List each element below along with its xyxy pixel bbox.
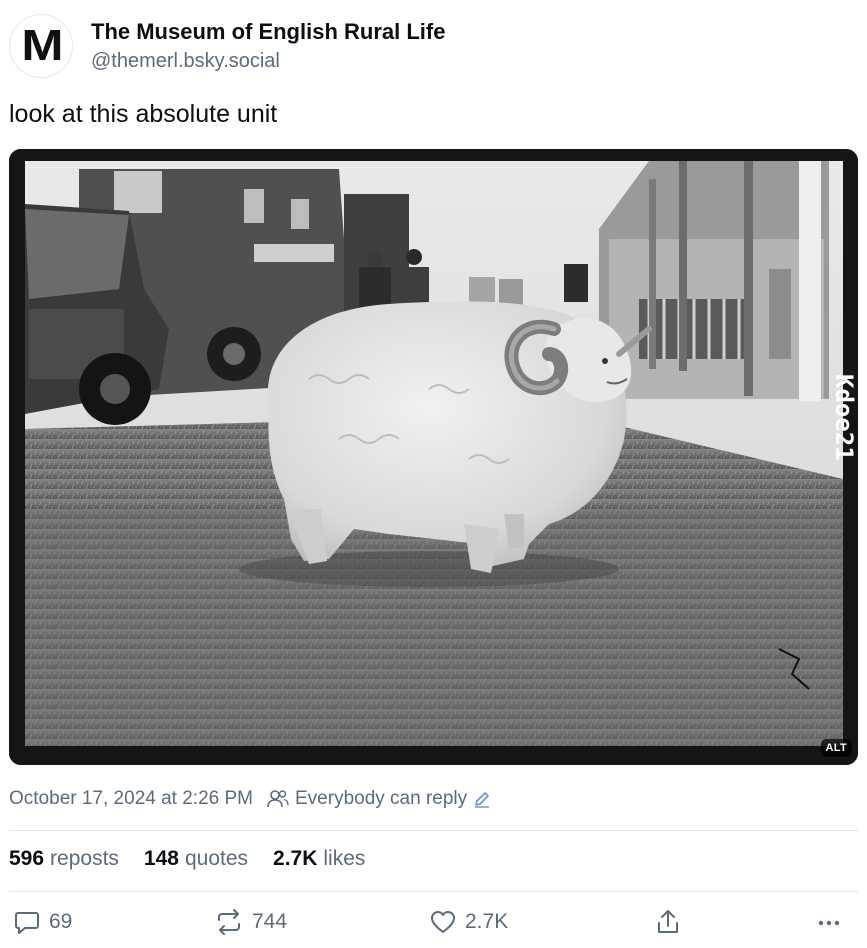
reply-button[interactable]: 69 — [13, 908, 72, 936]
post-meta: October 17, 2024 at 2:26 PM Everybody ca… — [9, 788, 491, 810]
divider — [9, 891, 858, 892]
repost-button[interactable]: 744 — [214, 908, 287, 936]
quotes-label: quotes — [184, 847, 249, 870]
photo-edge-annotation: Kdoe21 — [830, 374, 858, 461]
avatar[interactable]: M — [9, 14, 73, 78]
reposts-label: reposts — [50, 847, 119, 870]
reply-count: 69 — [49, 910, 73, 933]
avatar-logo-letter: M — [21, 21, 63, 70]
sheep-photo: Kdoe21 — [9, 149, 858, 765]
likes-value: 2.7K — [273, 847, 318, 870]
people-icon — [267, 790, 289, 808]
share-icon — [658, 910, 678, 933]
repost-arrows-icon — [218, 909, 240, 935]
repost-count: 744 — [252, 910, 288, 933]
likes-label: likes — [323, 847, 366, 870]
reposts-value: 596 — [9, 847, 45, 870]
post-author-header: M The Museum of English Rural Life @them… — [9, 13, 445, 79]
alt-text-badge[interactable]: ALT — [820, 739, 852, 757]
more-options-button[interactable] — [815, 908, 843, 936]
author-names: The Museum of English Rural Life @themer… — [91, 18, 445, 74]
speech-bubble-icon — [15, 912, 39, 934]
like-button[interactable]: 2.7K — [429, 908, 508, 936]
pencil-icon[interactable] — [473, 790, 491, 808]
post-actions: 69 744 2.7K — [9, 908, 858, 944]
quotes-count[interactable]: 148 quotes — [144, 847, 248, 871]
post-date[interactable]: October 17, 2024 at 2:26 PM — [9, 788, 253, 810]
heart-icon — [431, 911, 455, 933]
reposts-count[interactable]: 596 reposts — [9, 847, 119, 871]
post-text: look at this absolute unit — [9, 100, 278, 128]
like-count: 2.7K — [465, 910, 509, 933]
quotes-value: 148 — [143, 847, 179, 870]
reply-setting-label: Everybody can reply — [295, 788, 468, 809]
author-display-name[interactable]: The Museum of English Rural Life — [91, 18, 445, 46]
likes-count[interactable]: 2.7K likes — [273, 847, 365, 871]
ellipsis-icon — [818, 920, 840, 926]
post-image[interactable]: Kdoe21 ALT — [9, 149, 858, 765]
divider — [9, 830, 858, 831]
share-button[interactable] — [654, 908, 682, 936]
post-stats: 596 reposts 148 quotes 2.7K likes — [9, 847, 365, 871]
author-handle[interactable]: @themerl.bsky.social — [91, 48, 445, 74]
reply-setting[interactable]: Everybody can reply — [267, 788, 491, 810]
